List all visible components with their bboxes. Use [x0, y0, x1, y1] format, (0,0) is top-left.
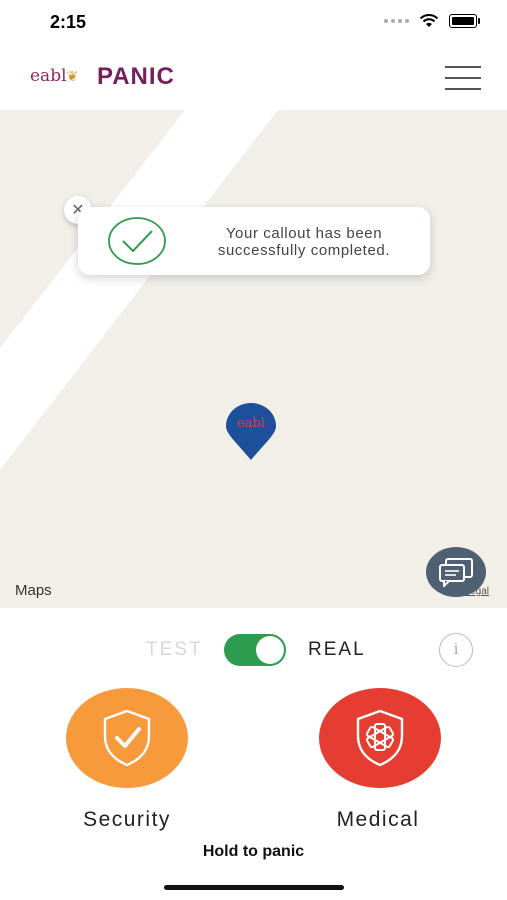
- security-label: Security: [83, 808, 171, 831]
- signal-icon: [384, 19, 409, 23]
- check-circle-icon: [108, 217, 166, 265]
- status-bar: 2:15: [0, 0, 507, 46]
- test-label: TEST: [146, 639, 203, 660]
- hold-to-panic-hint: Hold to panic: [202, 843, 305, 860]
- eabl-logo: eabl❦: [30, 66, 79, 86]
- mode-toggle-row: TEST REAL i: [0, 632, 507, 668]
- map-road: [0, 110, 278, 470]
- status-icons: [384, 14, 480, 28]
- toast-message: Your callout has been successfully compl…: [217, 225, 391, 259]
- pin-logo: eabl: [237, 416, 265, 431]
- security-panic-button[interactable]: [66, 688, 188, 788]
- medical-panic-button[interactable]: [319, 688, 441, 788]
- wifi-icon: [419, 14, 439, 28]
- map-view[interactable]: ✕ Your callout has been successfully com…: [0, 110, 507, 608]
- wheat-icon: ❦: [66, 69, 79, 85]
- shield-medical-icon: [356, 709, 404, 767]
- success-toast: Your callout has been successfully compl…: [78, 207, 430, 275]
- page-title: PANIC: [97, 63, 175, 90]
- hamburger-menu-icon[interactable]: [445, 66, 481, 90]
- maps-attribution: Maps: [15, 582, 52, 599]
- mode-toggle-switch[interactable]: [224, 634, 286, 666]
- real-label: REAL: [308, 639, 366, 660]
- location-pin-icon[interactable]: eabl: [224, 402, 278, 462]
- app-header: eabl❦ PANIC: [0, 46, 507, 110]
- home-indicator[interactable]: [164, 885, 344, 890]
- status-time: 2:15: [50, 12, 87, 32]
- chat-icon[interactable]: [426, 547, 486, 597]
- shield-check-icon: [103, 709, 151, 767]
- medical-label: Medical: [336, 808, 420, 831]
- battery-icon: [449, 14, 480, 28]
- info-icon[interactable]: i: [439, 633, 473, 667]
